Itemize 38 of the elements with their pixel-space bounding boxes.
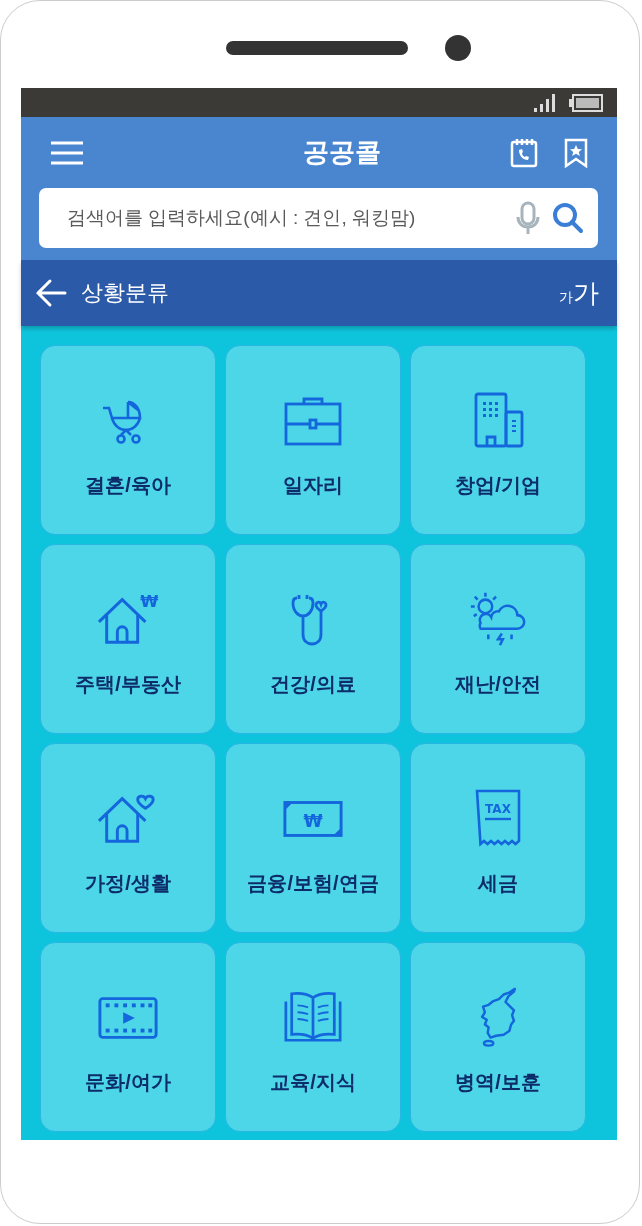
back-arrow-icon[interactable] xyxy=(35,278,67,308)
category-label: 건강/의료 xyxy=(270,672,356,697)
category-label: 창업/기업 xyxy=(455,473,541,498)
category-tile[interactable]: 병역/보훈 xyxy=(410,942,586,1132)
category-label: 일자리 xyxy=(283,473,343,498)
app-title: 공공콜 xyxy=(303,136,381,169)
category-label: 결혼/육아 xyxy=(85,473,171,498)
category-label: 세금 xyxy=(478,871,518,896)
search-icon[interactable] xyxy=(552,202,584,234)
category-tile[interactable]: 일자리 xyxy=(225,345,401,535)
category-tile[interactable]: 가정/생활 xyxy=(40,743,216,933)
bookmark-star-icon[interactable] xyxy=(562,137,590,168)
search-field[interactable]: 검색어를 입력하세요(예시 : 견인, 워킹맘) xyxy=(65,206,504,230)
category-tile[interactable]: 결혼/육아 xyxy=(40,345,216,535)
category-tile[interactable]: ₩ 금융/보험/연금 xyxy=(225,743,401,933)
category-label: 문화/여가 xyxy=(85,1070,171,1095)
category-label: 주택/부동산 xyxy=(75,672,181,697)
category-label: 금융/보험/연금 xyxy=(247,871,379,896)
category-tile[interactable]: TAX 세금 xyxy=(410,743,586,933)
phone-notepad-icon[interactable] xyxy=(510,137,538,168)
font-size-button[interactable]: 가가 xyxy=(559,275,599,311)
microphone-icon[interactable] xyxy=(516,201,540,235)
menu-icon[interactable] xyxy=(50,139,84,166)
camera-lens xyxy=(445,35,471,61)
category-tile[interactable]: ₩ 주택/부동산 xyxy=(40,544,216,734)
category-label: 교육/지식 xyxy=(270,1070,356,1095)
category-label: 가정/생활 xyxy=(85,871,171,896)
battery-icon xyxy=(569,93,603,112)
category-tile[interactable]: 창업/기업 xyxy=(410,345,586,535)
category-tile[interactable]: 재난/안전 xyxy=(410,544,586,734)
category-tile[interactable]: 건강/의료 xyxy=(225,544,401,734)
category-tile[interactable]: 문화/여가 xyxy=(40,942,216,1132)
category-tile[interactable]: 교육/지식 xyxy=(225,942,401,1132)
section-title: 상황분류 xyxy=(81,279,170,307)
category-label: 병역/보훈 xyxy=(455,1070,541,1095)
signal-icon xyxy=(533,93,557,112)
category-label: 재난/안전 xyxy=(455,672,541,697)
search-bar[interactable]: 검색어를 입력하세요(예시 : 견인, 워킹맘) xyxy=(39,188,598,248)
